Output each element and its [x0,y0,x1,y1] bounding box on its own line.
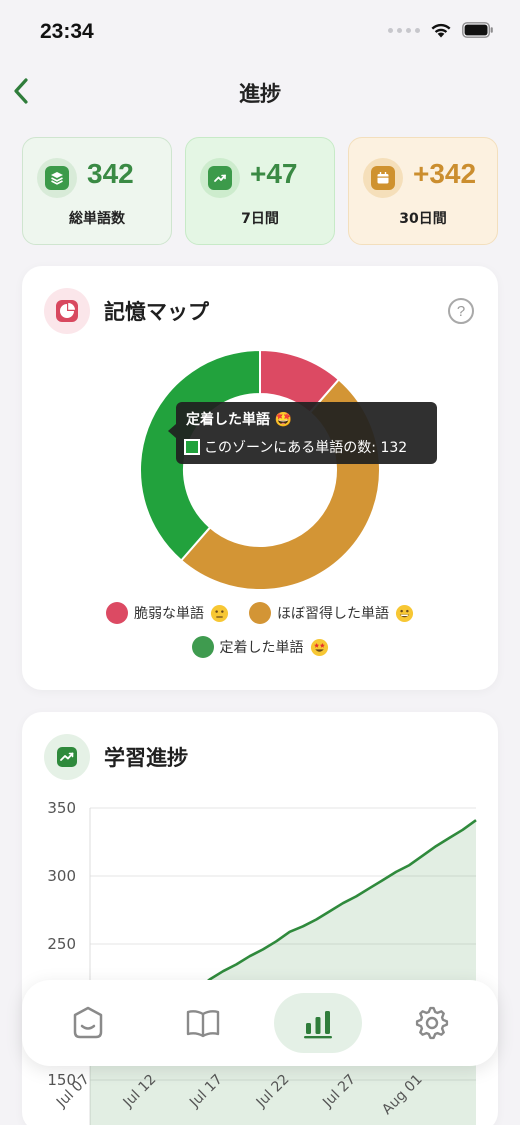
legend-row: 定着した単語 [22,636,498,658]
chart-tooltip: 定着した単語 🤩 このゾーンにある単語の数: 132 [168,402,437,464]
tooltip-text: このゾーンにある単語の数: 132 [204,440,408,456]
star-struck-face-icon [310,638,328,656]
status-icons [388,22,494,38]
card-title: 学習進捗 [104,746,188,770]
tooltip-title: 定着した単語 🤩 [186,412,293,428]
stat-label: 7日間 [241,211,279,227]
stat-value: +47 [250,158,298,189]
tooltip-line: このゾーンにある単語の数: 132 [184,437,407,457]
legend-dot [191,636,214,658]
book-icon [186,1010,220,1038]
status-time: 23:34 [40,20,94,43]
card-header: 記憶マップ [44,288,209,334]
card-title: 記憶マップ [104,300,209,324]
memory-map-card: 記憶マップ ? 定着した単語 🤩 このゾーンにある単語の数: 132 脆弱な単語… [22,266,498,690]
card-header: 学習進捗 [44,734,188,780]
tab-progress[interactable] [274,993,362,1053]
pie-chart-icon [44,288,90,334]
legend-label: 定着した単語 [219,640,304,656]
learning-progress-chart[interactable]: 100150200250300350Jul 07Jul 12Jul 17Jul … [22,800,498,1125]
nav-bar: 進捗 [0,62,520,122]
bar-chart-icon [304,1011,332,1039]
legend-dot [249,602,271,624]
trend-up-icon [200,158,240,198]
stack-icon [37,158,77,198]
grinning-face-icon [395,604,414,622]
legend-row: 脆弱な単語 ほぼ習得した単語 [22,602,498,624]
stat-total-words: 342 総単語数 [22,137,172,245]
legend-item-weak[interactable]: 脆弱な単語 [106,602,229,624]
tooltip-swatch [184,439,200,455]
stats-row: 342 総単語数 +47 7日間 +342 30日間 [22,137,498,245]
help-button[interactable]: ? [448,298,474,324]
calendar-icon [363,158,403,198]
tab-home[interactable] [44,993,132,1053]
y-tick-label: 250 [47,935,76,953]
wifi-icon [431,23,451,38]
stat-value: +342 [413,158,477,189]
neutral-face-icon [210,604,229,622]
tab-dictionary[interactable] [159,993,247,1053]
stat-7-days: +47 7日間 [185,137,335,245]
legend-dot [106,602,128,624]
status-bar: 23:34 [0,0,520,60]
signal-dots-icon [388,27,420,33]
face-icon [73,1006,103,1039]
tab-bar [22,980,498,1066]
stat-value: 342 [87,158,134,189]
y-tick-label: 350 [47,800,76,817]
legend-label: 脆弱な単語 [134,606,204,622]
memory-donut-chart[interactable] [138,348,382,592]
y-tick-label: 300 [47,867,76,885]
stat-label: 30日間 [399,211,447,227]
stat-30-days: +342 30日間 [348,137,498,245]
trend-icon [44,734,90,780]
battery-icon [462,22,493,38]
legend-label: ほぼ習得した単語 [277,606,389,622]
page-title: 進捗 [239,82,281,106]
stat-label: 総単語数 [69,211,125,227]
tab-settings[interactable] [388,993,476,1053]
gear-icon [415,1006,449,1040]
legend-item-almost[interactable]: ほぼ習得した単語 [249,602,414,624]
legend-item-mastered[interactable]: 定着した単語 [191,636,329,658]
